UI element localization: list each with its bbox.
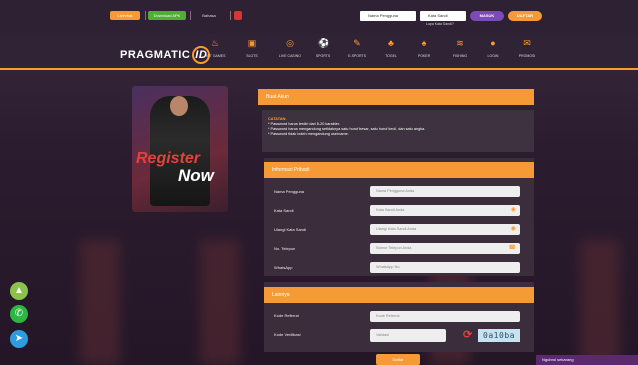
- register-button[interactable]: DAFTAR: [508, 11, 542, 21]
- other-section-title: Lainnya: [264, 287, 534, 303]
- android-icon[interactable]: ▲: [10, 282, 28, 300]
- refresh-icon[interactable]: ⟳: [463, 328, 472, 341]
- banner-now-text: Now: [178, 166, 214, 185]
- player-head: [170, 96, 188, 116]
- live-chat-bar[interactable]: Ngobrol sekarang: [536, 355, 638, 365]
- referral-input[interactable]: Kode Referral: [370, 311, 520, 322]
- bg-glow: [200, 240, 240, 365]
- casino-icon: ◎: [286, 38, 294, 48]
- verify-label: Kode Verifikasi: [274, 332, 301, 337]
- flag-icon[interactable]: [234, 11, 242, 20]
- login-button[interactable]: MASUK: [470, 11, 504, 21]
- whatsapp-icon[interactable]: ✆: [10, 305, 28, 323]
- verify-input[interactable]: Validasi: [370, 329, 446, 342]
- register-banner[interactable]: Register Now: [132, 86, 228, 212]
- top-bar: [0, 0, 638, 34]
- bg-glow: [80, 240, 120, 365]
- field-placeholder: Nomor Telepon Anda: [376, 246, 412, 250]
- username-input[interactable]: Nama Pengguna: [360, 11, 416, 21]
- personal-section-title: Informasi Pribadi: [264, 162, 534, 178]
- poker-icon: ♠: [421, 38, 427, 48]
- field-label: No. Telepon: [274, 246, 296, 251]
- login-icon: ●: [490, 38, 496, 48]
- livechat-button[interactable]: Livechat: [110, 11, 140, 20]
- nav-label: POKER: [417, 54, 431, 58]
- field-placeholder: Kata Sandi Anda: [376, 208, 405, 212]
- telegram-icon[interactable]: ➤: [10, 330, 28, 348]
- nav-label: HOT GAMES: [204, 54, 226, 58]
- field-input-2[interactable]: Ulangi Kata Sandi Anda ◉: [370, 224, 520, 235]
- field-placeholder: Nama Pengguna Anda: [376, 189, 415, 193]
- phone-icon[interactable]: ☎: [509, 243, 516, 254]
- language-button[interactable]: Bahasa: [192, 11, 226, 20]
- fire-icon: ♨: [210, 38, 220, 48]
- gift-icon: ✉: [523, 38, 531, 48]
- esports-icon: ✎: [353, 38, 361, 48]
- field-placeholder: Ulangi Kata Sandi Anda: [376, 227, 417, 231]
- field-label: Kata Sandi: [274, 208, 294, 213]
- form-title: Buat Akun: [258, 89, 534, 105]
- eye-icon[interactable]: ◉: [511, 224, 516, 235]
- nav-label: PROMOSI: [518, 54, 536, 58]
- field-label: Nama Pengguna: [274, 189, 305, 194]
- nav-item-0[interactable]: ♨ HOT GAMES: [195, 38, 235, 58]
- note-line: * Password tidak boleh mengandung userna…: [268, 132, 349, 136]
- fish-icon: ≋: [456, 38, 464, 48]
- download-apk-button[interactable]: Download APK: [148, 11, 186, 20]
- password-input[interactable]: Kata Sandi: [420, 11, 466, 21]
- field-label: WhatsApp: [274, 265, 293, 270]
- nav-item-1[interactable]: ▣ SLOTS: [232, 38, 272, 58]
- field-input-4[interactable]: WhatsApp No.: [370, 262, 520, 273]
- divider: [190, 11, 191, 20]
- field-label: Ulangi Kata Sandi: [274, 227, 307, 232]
- notes-box: CATATAN: * Password harus terdiri dari 8…: [262, 110, 534, 152]
- field-input-3[interactable]: Nomor Telepon Anda ☎: [370, 243, 520, 254]
- referral-label: Kode Referral: [274, 313, 299, 318]
- brand-name: PRAGMATIC: [120, 49, 191, 61]
- nav-item-9[interactable]: ✉ PROMOSI: [507, 38, 547, 58]
- togel-icon: ♣: [388, 38, 394, 48]
- field-input-0[interactable]: Nama Pengguna Anda: [370, 186, 520, 197]
- forgot-password-link[interactable]: Lupa Kata Sandi?: [426, 22, 454, 26]
- ball-icon: ⚽: [318, 38, 330, 48]
- divider: [145, 11, 146, 20]
- divider: [230, 11, 231, 20]
- eye-icon[interactable]: ◉: [511, 205, 516, 216]
- submit-button[interactable]: Daftar: [376, 354, 420, 365]
- field-placeholder: WhatsApp No.: [376, 265, 401, 269]
- field-input-1[interactable]: Kata Sandi Anda ◉: [370, 205, 520, 216]
- nav-item-6[interactable]: ♠ POKER: [404, 38, 444, 58]
- bg-glow: [580, 240, 620, 365]
- nav-label: SLOTS: [246, 54, 258, 58]
- slot-icon: ▣: [247, 38, 257, 48]
- captcha-image: 0a10ba: [478, 329, 520, 342]
